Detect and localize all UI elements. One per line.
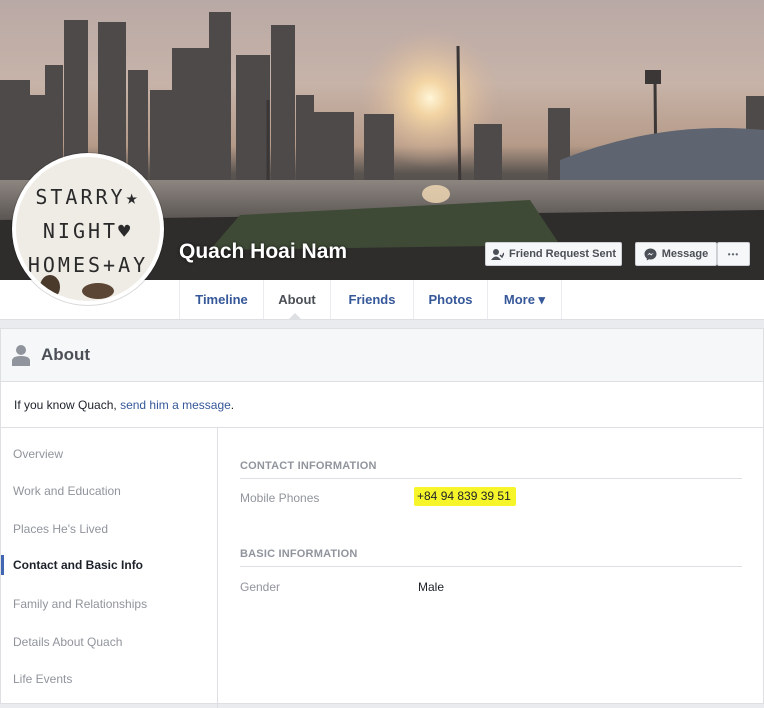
nav-life-events[interactable]: Life Events xyxy=(13,672,72,686)
tab-timeline[interactable]: Timeline xyxy=(179,280,263,319)
contact-info-heading: CONTACT INFORMATION xyxy=(240,460,377,472)
active-tab-caret xyxy=(288,313,302,320)
avatar-text-line: NIGHT♥ xyxy=(42,219,134,243)
avatar-text-line: STARRY★ xyxy=(35,185,141,209)
avatar-lightbox-image: STARRY★ NIGHT♥ HOMES+AY xyxy=(16,157,160,301)
friend-request-sent-label: Friend Request Sent xyxy=(509,248,616,260)
nav-active-marker xyxy=(1,555,4,575)
about-card-header: About xyxy=(1,329,763,382)
tab-photos[interactable]: Photos xyxy=(413,280,487,319)
nav-overview[interactable]: Overview xyxy=(13,447,63,461)
nav-places-lived[interactable]: Places He's Lived xyxy=(13,522,108,536)
gender-value: Male xyxy=(418,580,445,594)
friend-request-icon xyxy=(491,248,505,260)
basic-info-heading: BASIC INFORMATION xyxy=(240,548,358,560)
nav-details-about[interactable]: Details About Quach xyxy=(13,635,122,649)
send-message-suffix: . xyxy=(230,398,235,412)
mobile-phone-number: +84 94 839 39 51 xyxy=(414,487,516,506)
gender-label: Gender xyxy=(240,580,281,594)
send-message-prompt: If you know Quach, send him a message. xyxy=(14,398,234,412)
profile-name[interactable]: Quach Hoai Nam xyxy=(179,240,347,264)
friend-request-sent-button[interactable]: Friend Request Sent xyxy=(485,242,622,266)
about-card: About If you know Quach, send him a mess… xyxy=(0,328,764,708)
more-options-button[interactable]: ••• xyxy=(717,242,750,266)
tab-more[interactable]: More ▾ xyxy=(487,280,562,319)
mobile-phones-label: Mobile Phones xyxy=(240,491,320,505)
nav-family-relationships[interactable]: Family and Relationships xyxy=(13,597,147,611)
pinecone-decoration xyxy=(40,275,114,299)
basic-divider xyxy=(240,566,742,567)
send-message-link[interactable]: send him a message xyxy=(120,398,231,412)
send-message-prefix: If you know Quach, xyxy=(14,398,121,412)
about-sidebar-nav: Overview Work and Education Places He's … xyxy=(1,428,218,708)
nav-contact-basic-info[interactable]: Contact and Basic Info xyxy=(13,558,143,572)
messenger-icon xyxy=(644,248,657,260)
person-icon xyxy=(12,345,30,366)
contact-divider xyxy=(240,478,742,479)
message-button-label: Message xyxy=(661,248,709,260)
more-options-dots: ••• xyxy=(727,249,740,259)
about-title: About xyxy=(41,345,91,364)
tab-friends[interactable]: Friends xyxy=(330,280,413,319)
nav-work-and-education[interactable]: Work and Education xyxy=(13,484,121,498)
profile-avatar[interactable]: STARRY★ NIGHT♥ HOMES+AY xyxy=(12,153,164,305)
message-button[interactable]: Message xyxy=(635,242,717,266)
mobile-phone-value: +84 94 839 39 51 xyxy=(414,487,516,506)
